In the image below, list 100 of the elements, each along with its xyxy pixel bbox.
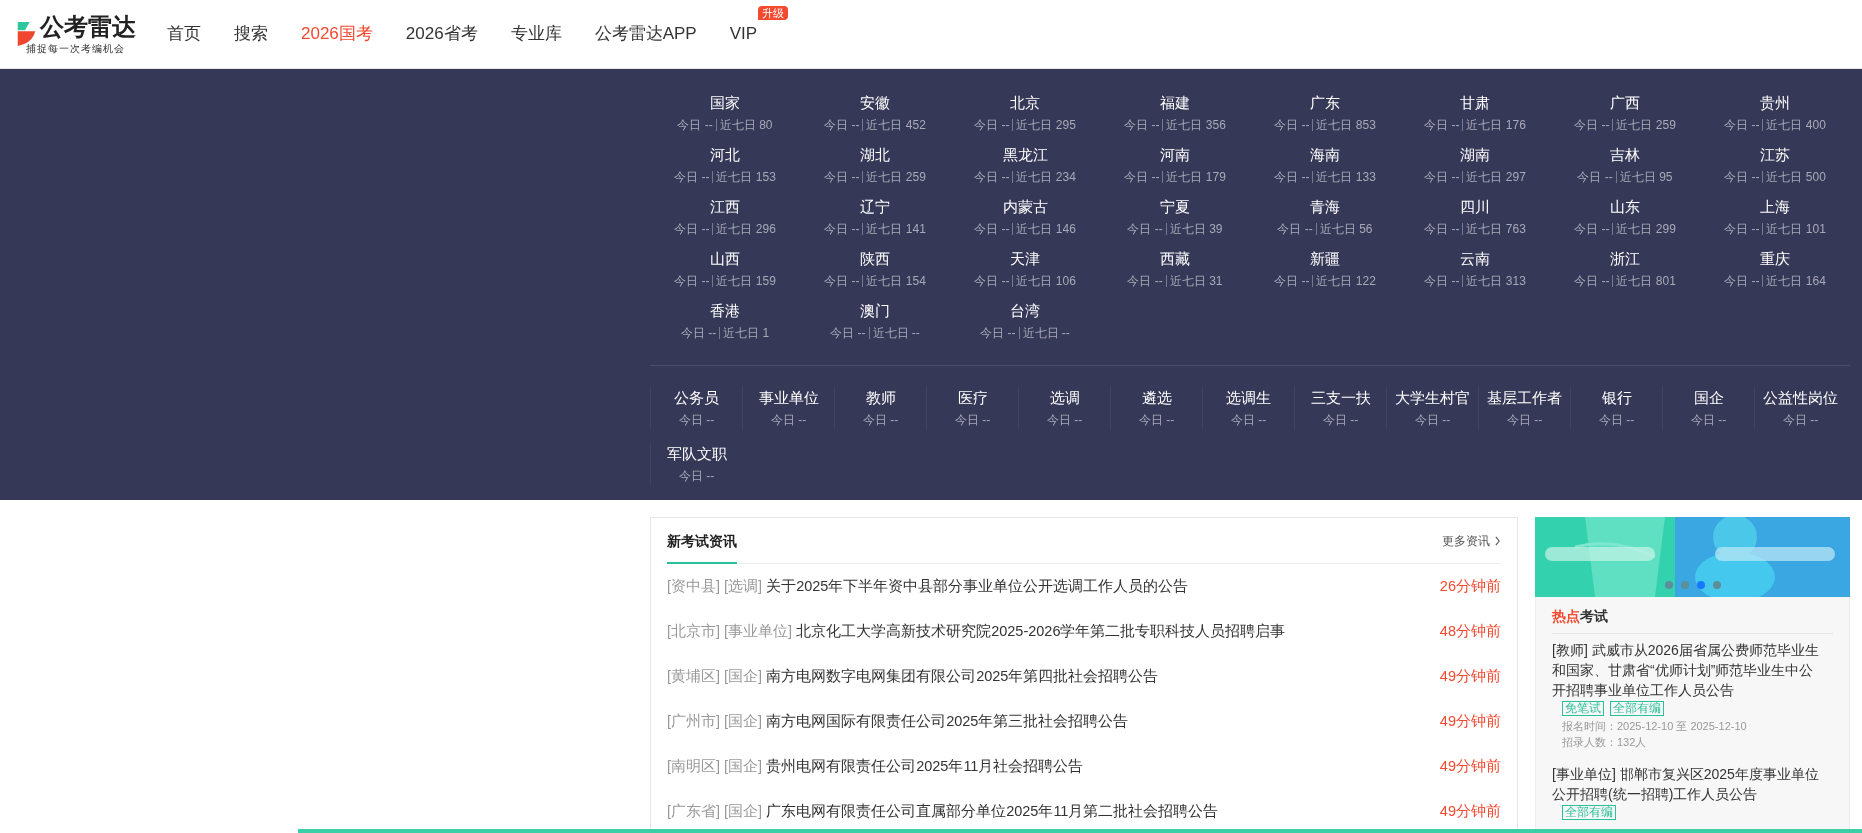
nav-link[interactable]: 专业库 xyxy=(510,22,562,46)
region-link[interactable]: 河南 xyxy=(1160,143,1190,167)
region-link[interactable]: 江苏 xyxy=(1760,143,1790,167)
region-link[interactable]: 贵州 xyxy=(1760,91,1790,115)
region-link[interactable]: 黑龙江 xyxy=(1002,143,1048,167)
region-link[interactable]: 甘肃 xyxy=(1460,91,1490,115)
region-link[interactable]: 西藏 xyxy=(1160,247,1190,271)
week-count: 近七日 39 xyxy=(1169,221,1223,238)
today-count: 今日 -- xyxy=(1690,412,1727,429)
news-link[interactable]: 南方电网数字电网集团有限公司2025年第四批社会招聘公告 xyxy=(766,667,1159,686)
nav-link[interactable]: 公考雷达APP xyxy=(594,22,697,46)
exam-title[interactable]: [教师] 武威市从2026届省属公费师范毕业生和国家、甘肃省“优师计划”师范毕业生中公开招聘事业单位工作人员公告 xyxy=(1552,640,1833,700)
news-link[interactable]: 贵州电网有限责任公司2025年11月社会招聘公告 xyxy=(766,757,1084,776)
today-count: 今日 -- xyxy=(1574,117,1610,134)
week-count: 近七日 133 xyxy=(1316,169,1376,186)
nav-link[interactable]: 2026国考 xyxy=(301,22,373,46)
news-time: 49分钟前 xyxy=(1439,802,1501,821)
nav-link[interactable]: VIP xyxy=(729,22,758,46)
category-link[interactable]: 医疗 xyxy=(957,386,988,410)
category-link[interactable]: 基层工作者 xyxy=(1487,386,1562,410)
news-tag: [广东省] xyxy=(667,802,721,821)
region-link[interactable]: 安徽 xyxy=(860,91,890,115)
section-title: 热点考试 xyxy=(1552,603,1833,634)
region-link[interactable]: 辽宁 xyxy=(860,195,890,219)
exam-detail: 招录人数：132人 xyxy=(1561,735,1648,750)
news-link[interactable]: 南方电网国际有限责任公司2025年第三批社会招聘公告 xyxy=(766,712,1129,731)
logo-title: 公考雷达 xyxy=(40,13,136,40)
category-link[interactable]: 公益性岗位 xyxy=(1763,386,1838,410)
nav-link[interactable]: 搜索 xyxy=(234,22,268,46)
carousel-dot[interactable] xyxy=(1681,581,1689,589)
week-count: 近七日 31 xyxy=(1169,273,1223,290)
category-link[interactable]: 军队文职 xyxy=(666,442,727,466)
week-count: 近七日 296 xyxy=(716,221,776,238)
week-count: 近七日 452 xyxy=(866,117,926,134)
region-link[interactable]: 天津 xyxy=(1010,247,1040,271)
today-count: 今日 -- xyxy=(1724,117,1760,134)
region-link[interactable]: 湖南 xyxy=(1460,143,1490,167)
region-link[interactable]: 福建 xyxy=(1160,91,1190,115)
category-link[interactable]: 银行 xyxy=(1601,386,1632,410)
category-link[interactable]: 教师 xyxy=(865,386,896,410)
today-count: 今日 -- xyxy=(1277,221,1313,238)
region-link[interactable]: 浙江 xyxy=(1610,247,1640,271)
category-link[interactable]: 公务员 xyxy=(674,386,719,410)
region-link[interactable]: 江西 xyxy=(710,195,740,219)
today-count: 今日 -- xyxy=(824,273,860,290)
region-link[interactable]: 澳门 xyxy=(860,299,890,323)
category-link[interactable]: 事业单位 xyxy=(758,386,819,410)
today-count: 今日 -- xyxy=(678,468,715,485)
region-link[interactable]: 河北 xyxy=(710,143,740,167)
news-link[interactable]: 北京化工大学高新技术研究院2025-2026学年第二批专职科技人员招聘启事 xyxy=(796,622,1286,641)
today-count: 今日 -- xyxy=(1138,412,1175,429)
news-link[interactable]: 关于2025年下半年资中县部分事业单位公开选调工作人员的公告 xyxy=(766,577,1189,596)
nav-link[interactable]: 2026省考 xyxy=(405,22,478,46)
carousel-dot[interactable] xyxy=(1713,581,1721,589)
today-count: 今日 -- xyxy=(980,325,1016,342)
category-link[interactable]: 国企 xyxy=(1693,386,1724,410)
region-link[interactable]: 陕西 xyxy=(860,247,890,271)
carousel-dot[interactable] xyxy=(1665,581,1673,589)
region-link[interactable]: 吉林 xyxy=(1610,143,1640,167)
region-link[interactable]: 云南 xyxy=(1460,247,1490,271)
region-link[interactable]: 海南 xyxy=(1310,143,1340,167)
category-link[interactable]: 选调 xyxy=(1049,386,1080,410)
region-link[interactable]: 青海 xyxy=(1310,195,1340,219)
region-link[interactable]: 四川 xyxy=(1460,195,1490,219)
region-link[interactable]: 广西 xyxy=(1610,91,1640,115)
today-count: 今日 -- xyxy=(674,169,710,186)
region-link[interactable]: 国家 xyxy=(710,91,740,115)
region-link[interactable]: 新疆 xyxy=(1310,247,1340,271)
week-count: 近七日 297 xyxy=(1466,169,1526,186)
carousel-dot[interactable] xyxy=(1697,581,1705,589)
region-link[interactable]: 台湾 xyxy=(1010,299,1040,323)
today-count: 今日 -- xyxy=(862,412,899,429)
region-link[interactable]: 香港 xyxy=(710,299,740,323)
today-count: 今日 -- xyxy=(1274,169,1310,186)
news-tag: [国企] xyxy=(724,667,763,686)
nav-link[interactable]: 首页 xyxy=(167,22,201,46)
today-count: 今日 -- xyxy=(1124,117,1160,134)
news-link[interactable]: 广东电网有限责任公司直属部分单位2025年11月第二批社会招聘公告 xyxy=(766,802,1219,821)
region-link[interactable]: 广东 xyxy=(1310,91,1340,115)
region-link[interactable]: 北京 xyxy=(1010,91,1040,115)
region-link[interactable]: 重庆 xyxy=(1760,247,1790,271)
category-link[interactable]: 遴选 xyxy=(1141,386,1172,410)
region-link[interactable]: 山东 xyxy=(1610,195,1640,219)
today-count: 今日 -- xyxy=(1424,273,1460,290)
category-link[interactable]: 三支一扶 xyxy=(1310,386,1371,410)
today-count: 今日 -- xyxy=(824,169,860,186)
region-link[interactable]: 湖北 xyxy=(860,143,890,167)
news-tag: [北京市] xyxy=(667,622,721,641)
exam-title[interactable]: [事业单位] 邯郸市复兴区2025年度事业单位公开招聘(统一招聘)工作人员公告 xyxy=(1552,764,1833,804)
more-link[interactable]: 更多资讯 xyxy=(1442,532,1501,550)
week-count: 近七日 -- xyxy=(1022,325,1070,342)
category-link[interactable]: 选调生 xyxy=(1226,386,1271,410)
today-count: 今日 -- xyxy=(1574,273,1610,290)
category-link[interactable]: 大学生村官 xyxy=(1395,386,1470,410)
slogan: 捕捉每一次考编机会 xyxy=(26,41,126,55)
today-count: 今日 -- xyxy=(1322,412,1359,429)
region-link[interactable]: 山西 xyxy=(710,247,740,271)
region-link[interactable]: 宁夏 xyxy=(1160,195,1190,219)
region-link[interactable]: 内蒙古 xyxy=(1002,195,1048,219)
region-link[interactable]: 上海 xyxy=(1760,195,1790,219)
